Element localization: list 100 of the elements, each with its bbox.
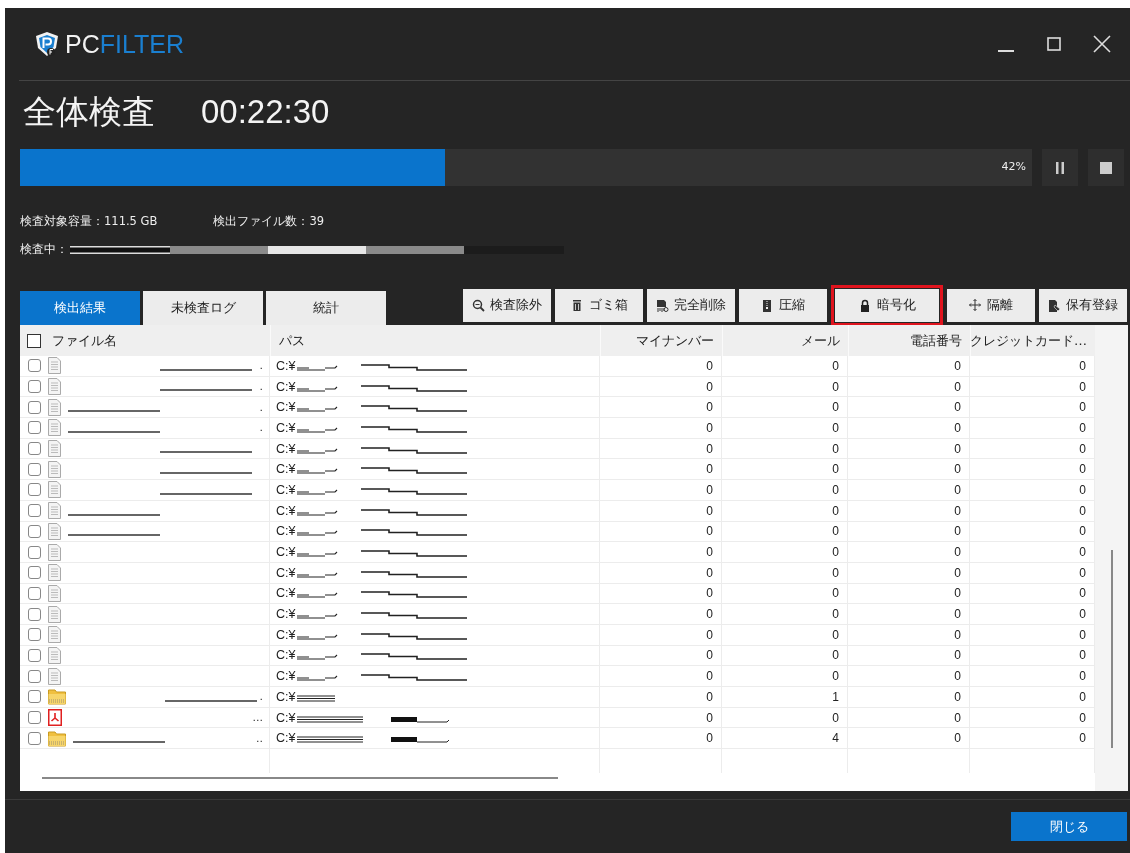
- select-all-checkbox[interactable]: [27, 333, 41, 348]
- row-checkbox[interactable]: [27, 504, 41, 518]
- table-cell: 0: [600, 521, 722, 542]
- action-button[interactable]: 保有登録: [1039, 289, 1127, 322]
- maximize-icon: [1046, 36, 1062, 52]
- table-cell: 0: [600, 583, 722, 604]
- table-cell: 0: [722, 542, 848, 562]
- table-cell: 0: [722, 604, 848, 624]
- row-checkbox[interactable]: [27, 607, 41, 621]
- table-cell: 0: [600, 500, 722, 521]
- file-name-text: .: [259, 421, 264, 435]
- pause-button[interactable]: [1042, 149, 1078, 186]
- tab[interactable]: 未検査ログ: [143, 291, 263, 325]
- column-header[interactable]: ファイル名: [48, 325, 270, 356]
- progress-percent: 42%: [1001, 160, 1026, 173]
- row-checkbox[interactable]: [27, 669, 41, 683]
- table-cell: 0: [848, 542, 970, 562]
- table-cell: 0: [848, 397, 970, 418]
- table-cell: 0: [722, 376, 848, 397]
- row-checkbox[interactable]: [27, 711, 41, 725]
- path-text: C:¥: [276, 565, 296, 580]
- table-cell: 0: [722, 583, 848, 604]
- table-cell: 0: [848, 438, 970, 459]
- padlock-icon: [858, 298, 872, 313]
- row-checkbox[interactable]: [27, 586, 41, 600]
- horizontal-scrollbar[interactable]: [42, 777, 558, 780]
- shield-logo-icon: [35, 31, 59, 57]
- path-text: C:¥: [276, 648, 296, 663]
- path-text: C:¥: [276, 358, 296, 373]
- table-cell: 0: [848, 583, 970, 604]
- action-button[interactable]: 完全削除: [647, 289, 735, 322]
- path-text: C:¥: [276, 669, 296, 684]
- action-button[interactable]: 隔離: [947, 289, 1035, 322]
- path-text: C:¥: [276, 441, 296, 456]
- column-header[interactable]: パス: [270, 325, 600, 356]
- table-cell: 0: [848, 728, 970, 749]
- close-dialog-button[interactable]: 閉じる: [1011, 812, 1127, 841]
- path-text: C:¥: [276, 503, 296, 518]
- minimize-icon: [998, 50, 1014, 52]
- table-cell: 0: [600, 707, 722, 728]
- file-name-text: .: [259, 380, 264, 394]
- action-button[interactable]: 圧縮: [739, 289, 827, 322]
- file-name-text: ...: [252, 711, 264, 725]
- table-cell: 0: [722, 666, 848, 686]
- stop-button[interactable]: [1088, 149, 1124, 186]
- row-checkbox[interactable]: [27, 545, 41, 559]
- table-cell: 0: [600, 542, 722, 562]
- table-cell: 0: [848, 562, 970, 583]
- table-cell: 0: [600, 376, 722, 397]
- row-checkbox[interactable]: [27, 359, 41, 373]
- table-cell: 0: [722, 562, 848, 583]
- table-cell: 0: [722, 707, 848, 728]
- path-text: C:¥: [276, 545, 296, 560]
- path-text: C:¥: [276, 607, 296, 622]
- path-text: C:¥: [276, 524, 296, 539]
- table-cell: 0: [848, 666, 970, 686]
- table-cell: 0: [848, 356, 970, 376]
- action-button[interactable]: 検査除外: [463, 289, 551, 322]
- table-cell: 0: [600, 624, 722, 645]
- shredded-page-icon: [656, 298, 669, 313]
- file-name-text: .: [259, 690, 264, 704]
- pdf-file-icon: [48, 709, 62, 727]
- scan-title: 全体検査: [23, 90, 155, 133]
- tab[interactable]: 統計: [266, 291, 386, 325]
- table-cell: 0: [722, 645, 848, 666]
- stop-icon: [1100, 161, 1112, 174]
- table-cell: 0: [848, 459, 970, 480]
- column-header[interactable]: マイナンバー: [600, 325, 722, 356]
- path-text: C:¥: [276, 400, 296, 415]
- table-cell: 0: [848, 500, 970, 521]
- column-header[interactable]: 電話番号: [848, 325, 970, 356]
- table-cell: 0: [600, 687, 722, 707]
- row-checkbox[interactable]: [27, 462, 41, 476]
- path-text: C:¥: [276, 710, 296, 725]
- action-button[interactable]: ゴミ箱: [555, 289, 643, 322]
- table-cell: 0: [600, 645, 722, 666]
- table-cell: 0: [600, 666, 722, 686]
- column-header[interactable]: メール: [722, 325, 848, 356]
- row-checkbox[interactable]: [27, 731, 41, 745]
- table-cell: 0: [600, 418, 722, 438]
- table-cell: 0: [722, 418, 848, 438]
- row-checkbox[interactable]: [27, 690, 41, 704]
- path-text: C:¥: [276, 379, 296, 394]
- row-checkbox[interactable]: [27, 524, 41, 538]
- path-text: C:¥: [276, 482, 296, 497]
- row-checkbox[interactable]: [27, 400, 41, 414]
- row-checkbox[interactable]: [27, 648, 41, 662]
- table-cell: 0: [600, 604, 722, 624]
- table-cell: 0: [600, 459, 722, 480]
- tab[interactable]: 検出結果: [20, 291, 140, 325]
- row-checkbox[interactable]: [27, 566, 41, 580]
- row-checkbox[interactable]: [27, 380, 41, 394]
- table-cell: 0: [722, 356, 848, 376]
- table-cell: 0: [722, 397, 848, 418]
- row-checkbox[interactable]: [27, 483, 41, 497]
- row-checkbox[interactable]: [27, 442, 41, 456]
- vertical-scrollbar[interactable]: [1110, 550, 1113, 748]
- table-cell: 0: [600, 562, 722, 583]
- row-checkbox[interactable]: [27, 628, 41, 642]
- row-checkbox[interactable]: [27, 421, 41, 435]
